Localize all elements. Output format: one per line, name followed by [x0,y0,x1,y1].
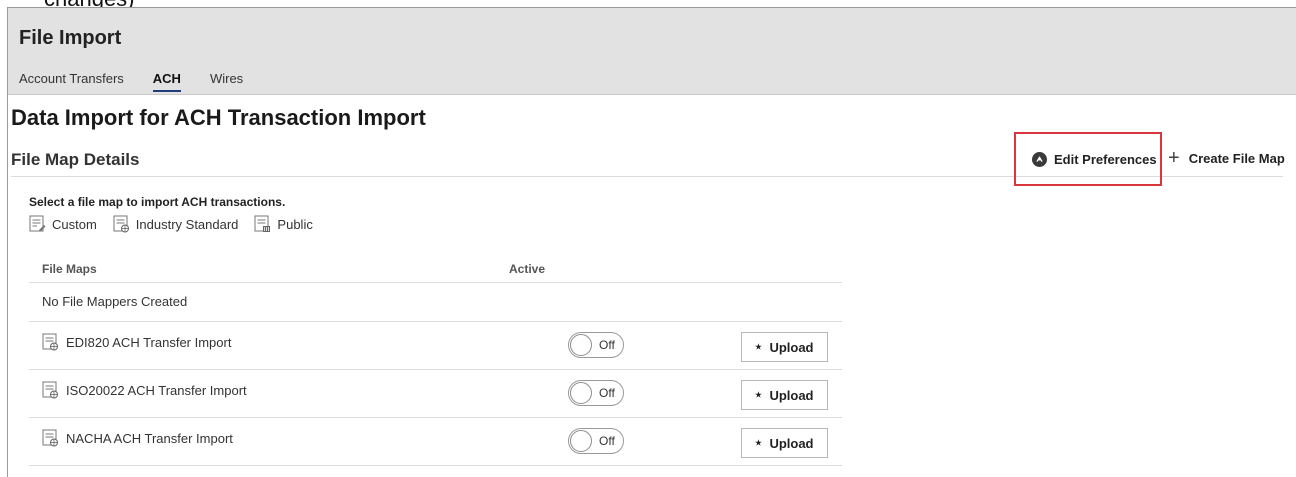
active-toggle[interactable]: Off [568,428,624,454]
toggle-label: Off [599,386,615,400]
legend-industry-standard-label: Industry Standard [135,216,239,232]
legend-industry-standard: Industry Standard [113,215,239,233]
file-map-name: NACHA ACH Transfer Import [42,429,233,447]
table-header: File Maps Active [29,255,842,283]
instructions-text: Select a file map to import ACH transact… [29,195,286,209]
upload-button[interactable]: ⭑ Upload [741,428,828,458]
toggle-label: Off [599,434,615,448]
table-row[interactable]: NACHA ACH Transfer Import Off ⭑ Upload [29,418,842,466]
section-title: File Map Details [11,150,140,169]
file-maps-table: File Maps Active No File Mappers Created… [29,255,842,466]
active-toggle[interactable]: Off [568,332,624,358]
app-header: File Import Account Transfers ACH Wires [8,8,1296,95]
tab-account-transfers[interactable]: Account Transfers [19,71,124,92]
plus-icon: + [1168,147,1180,169]
empty-state-message: No File Mappers Created [42,294,188,309]
toggle-knob [570,382,592,404]
upload-icon: ⭑ [755,436,762,449]
tab-bar: Account Transfers ACH Wires [19,71,272,92]
tab-ach[interactable]: ACH [152,71,181,92]
table-row[interactable]: ISO20022 ACH Transfer Import Off ⭑ Uploa… [29,370,842,418]
edit-preferences-button[interactable]: Edit Preferences [1014,132,1162,186]
legend-public: Public [254,215,313,233]
file-map-name: ISO20022 ACH Transfer Import [42,381,247,399]
column-header-file-maps: File Maps [42,262,97,276]
industry-standard-file-icon [42,429,58,447]
column-header-active: Active [509,262,546,276]
legend-custom: Custom [29,215,97,233]
tab-wires[interactable]: Wires [210,71,243,92]
industry-standard-file-icon [42,333,58,351]
industry-standard-file-icon [113,215,129,233]
file-map-name: EDI820 ACH Transfer Import [42,333,231,351]
upload-icon: ⭑ [755,340,762,353]
preferences-icon [1032,151,1047,167]
create-file-map-label: Create File Map [1188,150,1285,166]
public-file-icon [254,215,271,232]
upload-button[interactable]: ⭑ Upload [741,332,828,362]
custom-file-icon [29,215,46,232]
file-type-legend: Custom Industry Standard Public [29,215,329,233]
table-row[interactable]: EDI820 ACH Transfer Import Off ⭑ Upload [29,322,842,370]
active-toggle[interactable]: Off [568,380,624,406]
file-map-label: NACHA ACH Transfer Import [66,430,233,446]
toggle-knob [570,334,592,356]
industry-standard-file-icon [42,381,58,399]
edit-preferences-label: Edit Preferences [1054,151,1157,167]
app-title: File Import [19,27,122,49]
legend-public-label: Public [277,216,313,232]
file-map-label: ISO20022 ACH Transfer Import [66,382,247,398]
upload-label: Upload [769,339,814,355]
upload-button[interactable]: ⭑ Upload [741,380,828,410]
create-file-map-button[interactable]: + Create File Map [1168,148,1285,168]
upload-label: Upload [769,435,814,451]
toggle-knob [570,430,592,452]
empty-state-row: No File Mappers Created [29,283,842,322]
upload-icon: ⭑ [755,388,762,401]
legend-custom-label: Custom [52,216,97,232]
upload-label: Upload [769,387,814,403]
toggle-label: Off [599,338,615,352]
file-map-label: EDI820 ACH Transfer Import [66,334,232,350]
page-title: Data Import for ACH Transaction Import [11,105,426,130]
